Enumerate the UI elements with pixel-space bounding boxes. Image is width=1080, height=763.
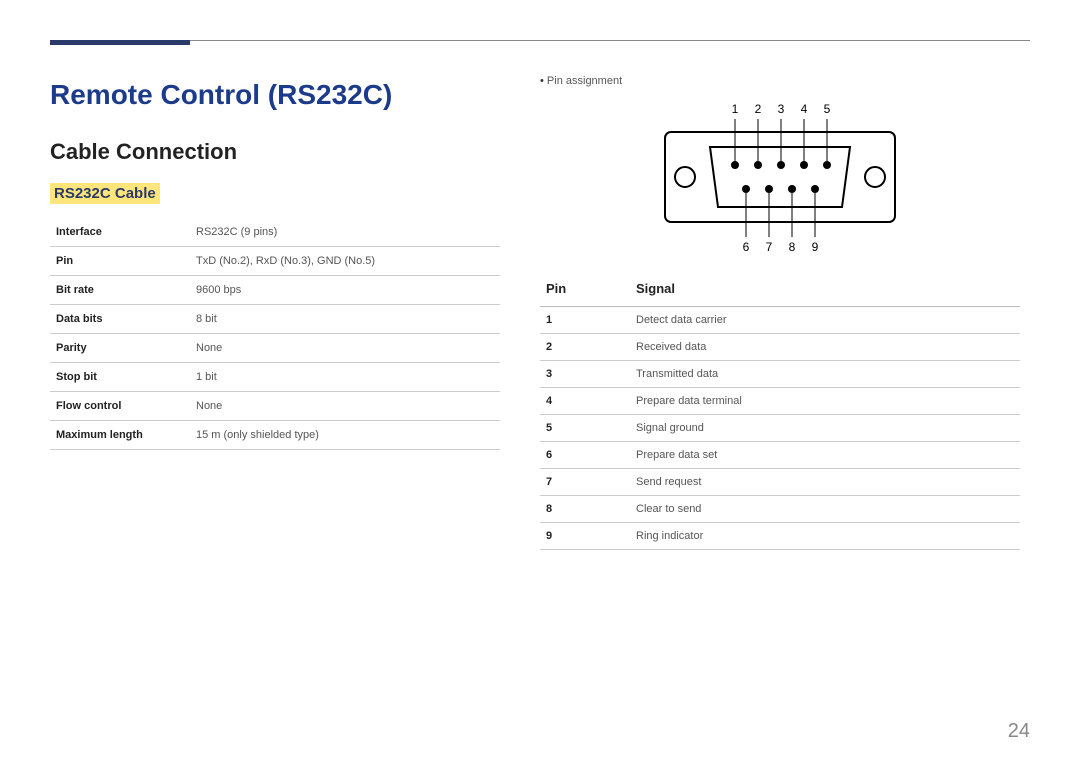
spec-value: 9600 bps [190, 276, 500, 305]
pin-number: 6 [540, 442, 630, 469]
spec-label: Pin [50, 247, 190, 276]
subsection-title: RS232C Cable [50, 183, 160, 204]
spec-label: Interface [50, 218, 190, 247]
pin-number: 1 [540, 307, 630, 334]
table-row: ParityNone [50, 334, 500, 363]
pin-number: 7 [540, 469, 630, 496]
spec-label: Stop bit [50, 363, 190, 392]
right-column: Pin assignment [540, 71, 1020, 550]
svg-text:3: 3 [778, 102, 785, 116]
spec-value: 1 bit [190, 363, 500, 392]
pin-number: 9 [540, 523, 630, 550]
pin-number: 3 [540, 361, 630, 388]
svg-text:9: 9 [812, 240, 819, 254]
table-row: 2Received data [540, 334, 1020, 361]
page-number: 24 [1008, 720, 1030, 743]
pin-signal-table: Pin Signal 1Detect data carrier 2Receive… [540, 275, 1020, 550]
pin-number: 4 [540, 388, 630, 415]
svg-text:1: 1 [732, 102, 739, 116]
spec-label: Data bits [50, 305, 190, 334]
table-header-row: Pin Signal [540, 275, 1020, 307]
table-row: 1Detect data carrier [540, 307, 1020, 334]
table-row: 6Prepare data set [540, 442, 1020, 469]
top-divider [50, 40, 1030, 41]
signal-name: Clear to send [630, 496, 1020, 523]
signal-name: Signal ground [630, 415, 1020, 442]
table-row: PinTxD (No.2), RxD (No.3), GND (No.5) [50, 247, 500, 276]
svg-text:8: 8 [789, 240, 796, 254]
table-row: Data bits8 bit [50, 305, 500, 334]
signal-name: Detect data carrier [630, 307, 1020, 334]
table-row: 8Clear to send [540, 496, 1020, 523]
spec-label: Flow control [50, 392, 190, 421]
spec-label: Maximum length [50, 421, 190, 450]
svg-text:2: 2 [755, 102, 762, 116]
left-column: Remote Control (RS232C) Cable Connection… [50, 71, 500, 550]
pin-header: Pin [540, 275, 630, 307]
table-row: 5Signal ground [540, 415, 1020, 442]
table-row: Maximum length15 m (only shielded type) [50, 421, 500, 450]
pin-number: 2 [540, 334, 630, 361]
pin-assignment-note: Pin assignment [540, 75, 1020, 87]
spec-value: 8 bit [190, 305, 500, 334]
table-row: 9Ring indicator [540, 523, 1020, 550]
spec-value: 15 m (only shielded type) [190, 421, 500, 450]
signal-name: Prepare data set [630, 442, 1020, 469]
signal-name: Send request [630, 469, 1020, 496]
signal-name: Ring indicator [630, 523, 1020, 550]
spec-table: InterfaceRS232C (9 pins) PinTxD (No.2), … [50, 218, 500, 450]
table-row: Flow controlNone [50, 392, 500, 421]
spec-value: RS232C (9 pins) [190, 218, 500, 247]
table-row: InterfaceRS232C (9 pins) [50, 218, 500, 247]
db9-connector-diagram: 1 2 3 4 5 6 7 8 9 [650, 97, 910, 257]
table-row: 4Prepare data terminal [540, 388, 1020, 415]
signal-header: Signal [630, 275, 1020, 307]
pin-number: 5 [540, 415, 630, 442]
table-row: 3Transmitted data [540, 361, 1020, 388]
page-title: Remote Control (RS232C) [50, 79, 500, 111]
table-row: Stop bit1 bit [50, 363, 500, 392]
svg-text:7: 7 [766, 240, 773, 254]
svg-text:6: 6 [743, 240, 750, 254]
pin-number: 8 [540, 496, 630, 523]
section-title: Cable Connection [50, 139, 500, 165]
table-row: Bit rate9600 bps [50, 276, 500, 305]
spec-label: Bit rate [50, 276, 190, 305]
spec-value: TxD (No.2), RxD (No.3), GND (No.5) [190, 247, 500, 276]
signal-name: Received data [630, 334, 1020, 361]
signal-name: Transmitted data [630, 361, 1020, 388]
svg-text:4: 4 [801, 102, 808, 116]
spec-label: Parity [50, 334, 190, 363]
chapter-rule [50, 40, 190, 45]
svg-text:5: 5 [824, 102, 831, 116]
signal-name: Prepare data terminal [630, 388, 1020, 415]
page-content: Remote Control (RS232C) Cable Connection… [50, 71, 1030, 550]
spec-value: None [190, 392, 500, 421]
spec-value: None [190, 334, 500, 363]
table-row: 7Send request [540, 469, 1020, 496]
